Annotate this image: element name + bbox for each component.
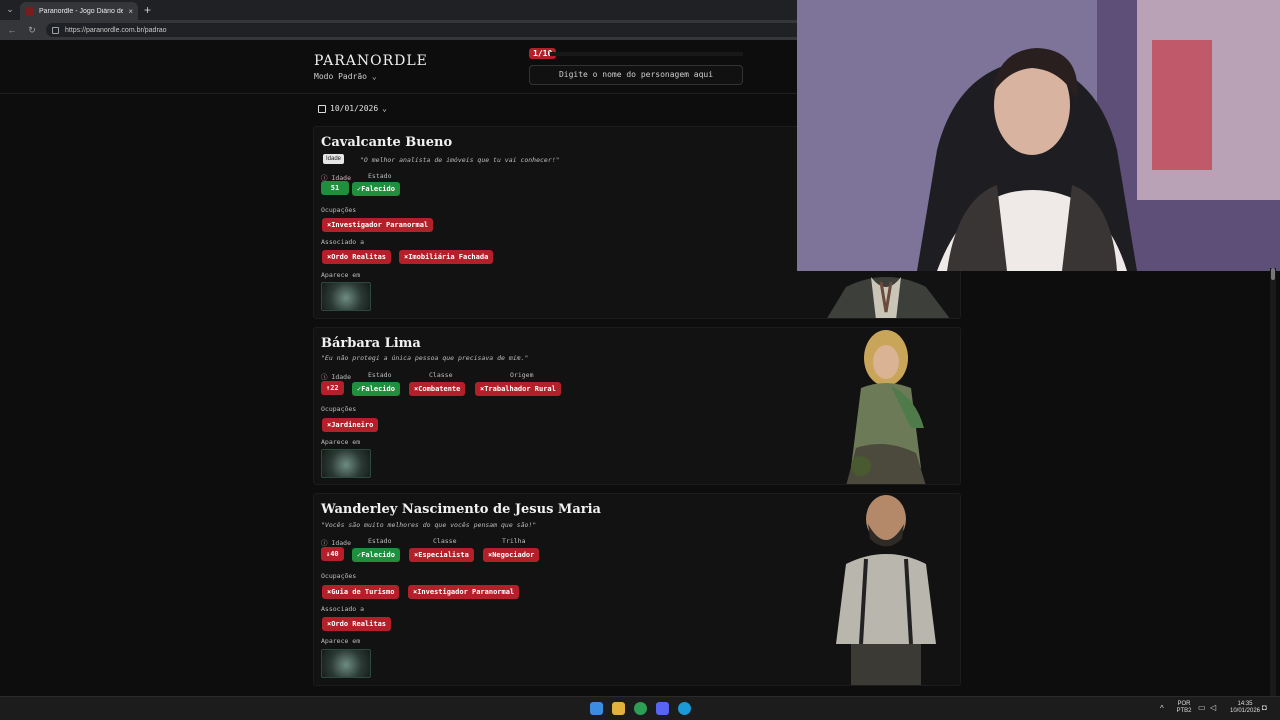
- guess-card: Bárbara Lima "Eu não protegi a única pes…: [313, 327, 961, 485]
- clock-date: 10/01/2026: [1229, 708, 1261, 714]
- associado-chip: ×Imobiliária Fachada: [399, 250, 494, 264]
- idade-chip: ↓40: [321, 547, 344, 561]
- aparece-label: Aparece em: [321, 637, 361, 645]
- aparece-label: Aparece em: [321, 438, 361, 446]
- chrome-icon[interactable]: [634, 702, 647, 715]
- ocupacao-chip: ×Guia de Turismo: [322, 585, 400, 599]
- webcam-overlay: [797, 0, 1280, 271]
- estado-label: Estado: [368, 371, 392, 379]
- clock[interactable]: 14:35 10/01/2026: [1226, 701, 1264, 715]
- tray-chevron-icon[interactable]: ^: [1160, 705, 1164, 713]
- trilha-chip: ×Negociador: [483, 548, 540, 562]
- info-icon: ⓘ: [321, 373, 332, 381]
- appearance-thumbnail: [321, 449, 371, 478]
- tab-title: Paranordle - Jogo Diário de Ordem: [39, 7, 124, 15]
- ocupacoes-label: Ocupações: [321, 405, 357, 413]
- network-icon[interactable]: ▭: [1198, 704, 1206, 712]
- estado-chip: ✓Falecido: [352, 548, 400, 562]
- ocupacoes-label: Ocupações: [321, 206, 357, 214]
- back-icon[interactable]: ←: [6, 25, 18, 35]
- estado-chip: ✓Falecido: [352, 182, 400, 196]
- associado-label: Associado a: [321, 605, 365, 613]
- page-scrollbar[interactable]: [1270, 268, 1276, 696]
- character-portrait: [846, 330, 926, 484]
- character-name: Bárbara Lima: [321, 336, 421, 351]
- chevron-down-icon: ⌄: [382, 104, 387, 113]
- tab-search-chevron-icon[interactable]: ⌄: [0, 0, 20, 20]
- ocupacao-chip: ×Investigador Paranormal: [408, 585, 520, 599]
- site-info-icon[interactable]: [52, 26, 59, 34]
- estado-label: Estado: [368, 537, 392, 545]
- chevron-down-icon: ⌄: [371, 72, 377, 81]
- character-name: Wanderley Nascimento de Jesus Maria: [321, 502, 601, 517]
- character-portrait: [827, 277, 950, 318]
- estado-chip: ✓Falecido: [352, 382, 400, 396]
- classe-label: Classe: [433, 537, 457, 545]
- character-quote: "Vocês são muito melhores do que vocês p…: [321, 521, 537, 529]
- discord-icon[interactable]: [656, 702, 669, 715]
- calendar-icon: [318, 104, 326, 113]
- classe-label: Classe: [429, 371, 453, 379]
- url-text: https://paranordle.com.br/padrao: [65, 26, 167, 34]
- clock-time: 14:35: [1237, 701, 1253, 707]
- idade-label: ⓘ Idade: [321, 373, 351, 381]
- volume-icon[interactable]: ◁: [1210, 704, 1216, 712]
- associado-chip: ×Ordo Realitas: [322, 250, 392, 264]
- info-icon: ⓘ: [321, 539, 332, 547]
- estado-label: Estado: [368, 172, 392, 180]
- edge-icon[interactable]: [678, 702, 691, 715]
- paranordle-favicon-icon: [25, 6, 34, 16]
- mode-select[interactable]: Modo Padrão ⌄: [314, 72, 377, 81]
- character-name: Cavalcante Bueno: [321, 135, 453, 150]
- classe-chip: ×Combatente: [409, 382, 466, 396]
- browser-tab[interactable]: Paranordle - Jogo Diário de Ordem ×: [20, 2, 138, 20]
- ocupacoes-label: Ocupações: [321, 572, 357, 580]
- tooltip: Idade: [323, 154, 345, 164]
- ocupacao-chip: ×Jardineiro: [322, 418, 379, 432]
- origem-label: Origem: [510, 371, 534, 379]
- trilha-label: Trilha: [502, 537, 526, 545]
- date-label: 10/01/2026: [330, 104, 379, 113]
- character-search-input[interactable]: Digite o nome do personagem aqui: [529, 65, 743, 85]
- character-portrait: [836, 495, 936, 685]
- tab-close-icon[interactable]: ×: [128, 7, 133, 16]
- site-logo[interactable]: PARANORDLE: [314, 53, 428, 69]
- associado-chip: ×Ordo Realitas: [322, 617, 392, 631]
- scrollbar-thumb[interactable]: [1271, 268, 1275, 280]
- character-quote: "Eu não protegi a única pessoa que preci…: [321, 354, 529, 362]
- appearance-thumbnail: [321, 282, 371, 311]
- notifications-bell-icon[interactable]: ◘: [1262, 704, 1267, 712]
- new-tab-button[interactable]: +: [144, 3, 151, 17]
- file-explorer-icon[interactable]: [612, 702, 625, 715]
- windows-start-icon[interactable]: [590, 702, 603, 715]
- keyboard-language[interactable]: POR PTB2: [1174, 701, 1194, 715]
- idade-chip: 51: [321, 181, 349, 195]
- appearance-thumbnail: [321, 649, 371, 678]
- address-input[interactable]: https://paranordle.com.br/padrao: [46, 23, 806, 37]
- reload-icon[interactable]: ↻: [26, 25, 38, 36]
- date-selector[interactable]: 10/01/2026 ⌄: [318, 104, 387, 113]
- guess-counter-track: [550, 52, 743, 56]
- associado-label: Associado a: [321, 238, 365, 246]
- aparece-label: Aparece em: [321, 271, 361, 279]
- character-quote: "O melhor analista de imóveis que tu vai…: [360, 156, 560, 164]
- idade-chip: ↑22: [321, 381, 344, 395]
- guess-card: Wanderley Nascimento de Jesus Maria "Voc…: [313, 493, 961, 686]
- mode-label: Modo Padrão: [314, 72, 367, 81]
- classe-chip: ×Especialista: [409, 548, 474, 562]
- ocupacao-chip: ×Investigador Paranormal: [322, 218, 434, 232]
- windows-taskbar: ^ POR PTB2 ▭ ◁ 14:35 10/01/2026 ◘: [0, 696, 1280, 720]
- origem-chip: ×Trabalhador Rural: [475, 382, 561, 396]
- idade-label: ⓘ Idade: [321, 539, 351, 547]
